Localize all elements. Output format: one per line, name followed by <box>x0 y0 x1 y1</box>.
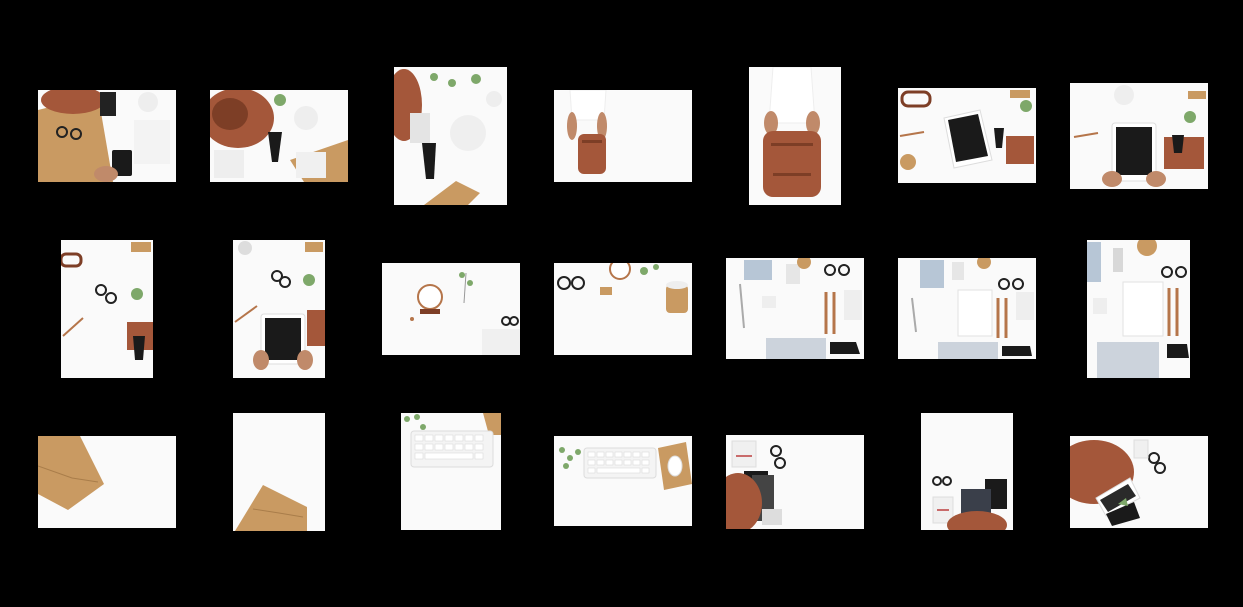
gallery-thumbnail[interactable] <box>233 240 325 378</box>
gallery-thumbnail[interactable] <box>38 90 176 182</box>
gallery-thumbnail[interactable] <box>1070 83 1208 189</box>
gallery-thumbnail[interactable] <box>554 436 692 526</box>
gallery-thumbnail[interactable] <box>898 258 1036 359</box>
gallery-thumbnail[interactable] <box>38 436 176 528</box>
gallery-thumbnail[interactable] <box>210 90 348 182</box>
gallery-thumbnail[interactable] <box>401 413 501 530</box>
gallery-thumbnail[interactable] <box>554 263 692 355</box>
gallery-thumbnail[interactable] <box>554 90 692 182</box>
gallery-thumbnail[interactable] <box>382 263 520 355</box>
gallery-thumbnail[interactable] <box>726 258 864 359</box>
gallery-thumbnail[interactable] <box>921 413 1013 530</box>
gallery-thumbnail[interactable] <box>726 435 864 529</box>
gallery-thumbnail[interactable] <box>749 67 841 205</box>
gallery-thumbnail[interactable] <box>898 88 1036 183</box>
gallery-thumbnail[interactable] <box>61 240 153 378</box>
gallery-thumbnail[interactable] <box>394 67 507 205</box>
gallery-thumbnail[interactable] <box>233 413 325 531</box>
gallery-thumbnail[interactable] <box>1087 240 1190 378</box>
photo-gallery-grid <box>0 0 1243 607</box>
gallery-thumbnail[interactable] <box>1070 436 1208 528</box>
